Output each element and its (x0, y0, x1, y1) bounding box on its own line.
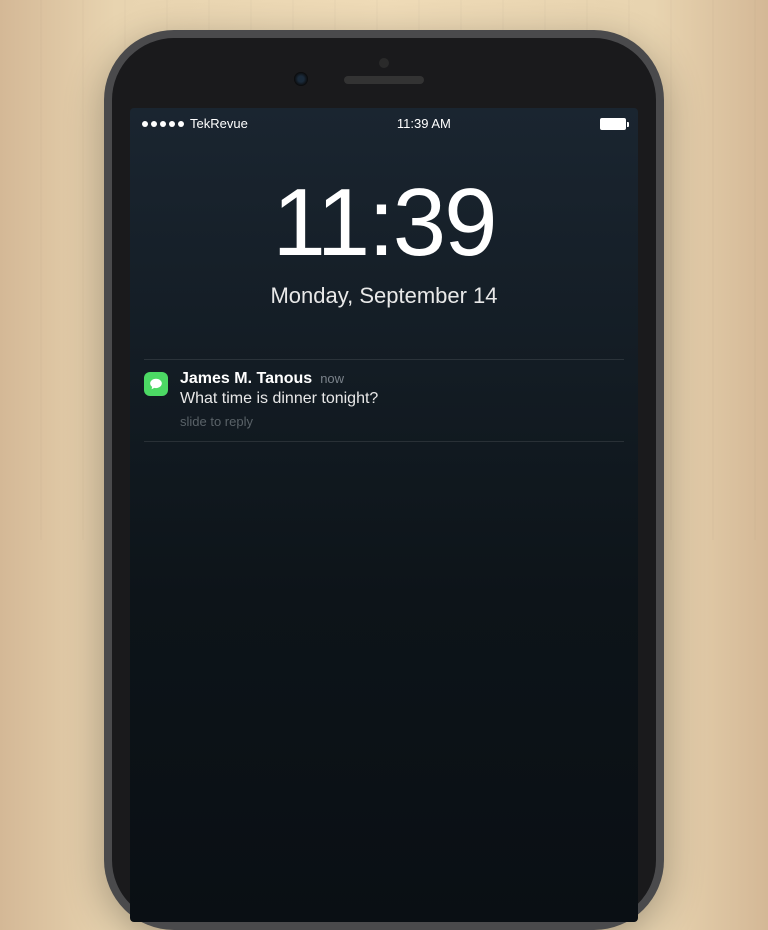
proximity-sensor (379, 58, 389, 68)
iphone-device: TekRevue 11:39 AM 11:39 Monday, Septembe… (104, 30, 664, 930)
lock-screen[interactable]: TekRevue 11:39 AM 11:39 Monday, Septembe… (130, 108, 638, 922)
battery-icon (600, 118, 626, 130)
signal-strength-icon (142, 121, 184, 127)
status-bar-left: TekRevue (142, 116, 248, 131)
clock-area: 11:39 Monday, September 14 (130, 175, 638, 309)
status-bar: TekRevue 11:39 AM (130, 108, 638, 135)
notification-body: James M. Tanous now What time is dinner … (180, 370, 624, 429)
messages-icon (144, 372, 168, 396)
iphone-bezel: TekRevue 11:39 AM 11:39 Monday, Septembe… (112, 38, 656, 922)
slide-to-reply-hint: slide to reply (180, 414, 624, 429)
earpiece-speaker (344, 76, 424, 84)
notification-message: What time is dinner tonight? (180, 390, 624, 408)
front-camera (294, 72, 308, 86)
lock-screen-time: 11:39 (130, 175, 638, 271)
status-bar-right (600, 118, 626, 130)
notification-timestamp: now (320, 371, 344, 386)
status-bar-time: 11:39 AM (397, 116, 451, 131)
carrier-label: TekRevue (190, 116, 248, 131)
notification-header: James M. Tanous now (180, 370, 624, 388)
notification-card[interactable]: James M. Tanous now What time is dinner … (144, 359, 624, 442)
lock-screen-date: Monday, September 14 (130, 283, 638, 309)
notification-sender: James M. Tanous (180, 370, 312, 388)
